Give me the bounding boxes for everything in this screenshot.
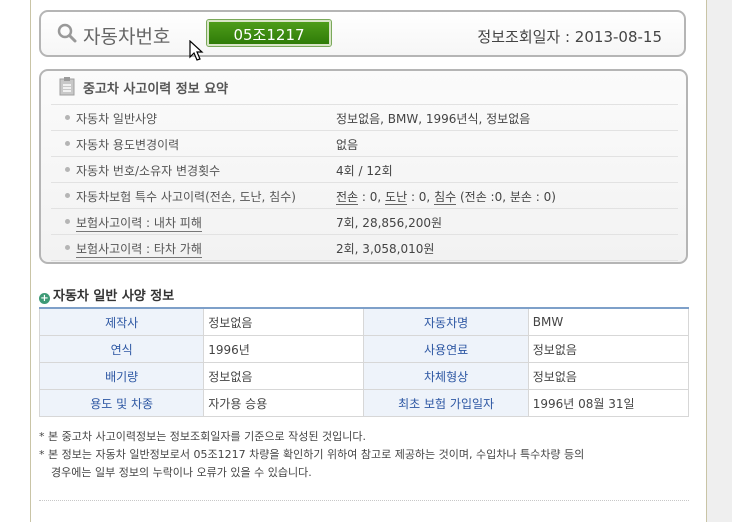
summary-row-special-accident: 자동차보험 특수 사고이력(전손, 도난, 침수) 전손 : 0, 도난 : 0…	[51, 183, 678, 209]
summary-row-label: 자동차 일반사양	[76, 112, 158, 126]
table-row: 연식 1996년 사용연료 정보없음	[38, 335, 690, 363]
spec-value-cell: BMW	[527, 307, 690, 336]
other-damage-link[interactable]: 보험사고이력 : 타차 가해	[76, 240, 202, 258]
table-row: 용도 및 차종 자가용 승용 최초 보험 가입일자 1996년 08월 31일	[38, 389, 690, 417]
note-line: 경우에는 일부 정보의 누락이나 오류가 있을 수 있습니다.	[51, 466, 312, 479]
right-scroll-area[interactable]	[706, 0, 732, 522]
table-row: 배기량 정보없음 차체형상 정보없음	[38, 362, 690, 390]
plate-search-header: 자동차번호 05조1217 정보조회일자 : 2013-08-15	[39, 10, 686, 57]
mouse-cursor-icon	[189, 40, 204, 61]
total-loss-link[interactable]: 전손	[336, 190, 359, 205]
spec-value-cell: 1996년 08월 31일	[527, 389, 690, 417]
clipboard-icon	[59, 77, 75, 96]
inquiry-date: 정보조회일자 : 2013-08-15	[477, 28, 662, 46]
summary-row-label: 자동차 용도변경이력	[76, 138, 180, 152]
summary-row-value: 2회, 3,058,010원	[336, 242, 435, 256]
summary-list: 자동차 일반사양 정보없음, BMW, 1996년식, 정보없음 자동차 용도변…	[51, 104, 678, 261]
note-line: * 본 중고차 사고이력정보는 정보조회일자를 기준으로 작성된 것입니다.	[39, 430, 366, 443]
spec-header-cell: 연식	[38, 335, 205, 363]
summary-row-other-damage: 보험사고이력 : 타차 가해 2회, 3,058,010원	[51, 235, 678, 261]
plate-label: 자동차번호	[83, 26, 171, 48]
theft-link[interactable]: 도난	[385, 190, 408, 205]
spec-value-cell: 정보없음	[527, 335, 690, 363]
accident-summary-box: 중고차 사고이력 정보 요약 자동차 일반사양 정보없음, BMW, 1996년…	[39, 69, 688, 264]
summary-row-value: 7회, 28,856,200원	[336, 216, 443, 230]
summary-row-label: 자동차보험 특수 사고이력(전손, 도난, 침수)	[76, 190, 296, 204]
summary-row-label: 자동차 번호/소유자 변경횟수	[76, 164, 221, 178]
summary-row-own-damage: 보험사고이력 : 내차 피해 7회, 28,856,200원	[51, 209, 678, 235]
spec-header-cell: 자동차명	[363, 307, 529, 336]
spec-value-cell: 자가용 승용	[203, 389, 365, 417]
plus-circle-icon: +	[39, 293, 50, 304]
summary-row-usage-change: 자동차 용도변경이력 없음	[51, 131, 678, 157]
spec-value-cell: 정보없음	[203, 307, 365, 336]
summary-row-general-spec: 자동차 일반사양 정보없음, BMW, 1996년식, 정보없음	[51, 104, 678, 131]
spec-header-cell: 사용연료	[363, 335, 529, 363]
spec-value-cell: 정보없음	[203, 362, 365, 390]
special-accident-value: 전손 : 0, 도난 : 0, 침수 (전손 :0, 분손 : 0)	[336, 190, 556, 205]
table-row: 제작사 정보없음 자동차명 BMW	[38, 307, 690, 336]
plate-number-badge: 05조1217	[206, 19, 332, 47]
spec-value-cell: 1996년	[203, 335, 365, 363]
spec-table: 제작사 정보없음 자동차명 BMW 연식 1996년 사용연료 정보없음 배기량…	[38, 307, 690, 417]
search-icon	[57, 23, 77, 43]
own-damage-link[interactable]: 보험사고이력 : 내차 피해	[76, 214, 202, 232]
notes: * 본 중고차 사고이력정보는 정보조회일자를 기준으로 작성된 것입니다. *…	[39, 428, 584, 482]
summary-row-value: 없음	[336, 138, 359, 152]
spec-header-cell: 배기량	[38, 362, 205, 390]
spec-header-cell: 최초 보험 가입일자	[363, 389, 529, 417]
left-frame	[0, 0, 31, 522]
spec-header-cell: 차체형상	[363, 362, 529, 390]
summary-row-value: 정보없음, BMW, 1996년식, 정보없음	[336, 112, 531, 126]
note-line: * 본 정보는 자동차 일반정보로서 05조1217 차량을 확인하기 위하여 …	[39, 448, 585, 461]
divider	[39, 500, 689, 501]
flood-link[interactable]: 침수	[434, 190, 457, 205]
spec-value-cell: 정보없음	[527, 362, 690, 390]
spec-section-title: + 자동차 일반 사양 정보	[39, 289, 175, 304]
spec-header-cell: 제작사	[38, 307, 205, 336]
summary-title: 중고차 사고이력 정보 요약	[83, 82, 229, 97]
spec-header-cell: 용도 및 차종	[38, 389, 205, 417]
summary-row-owner-change: 자동차 번호/소유자 변경횟수 4회 / 12회	[51, 157, 678, 183]
summary-row-value: 4회 / 12회	[336, 164, 393, 178]
